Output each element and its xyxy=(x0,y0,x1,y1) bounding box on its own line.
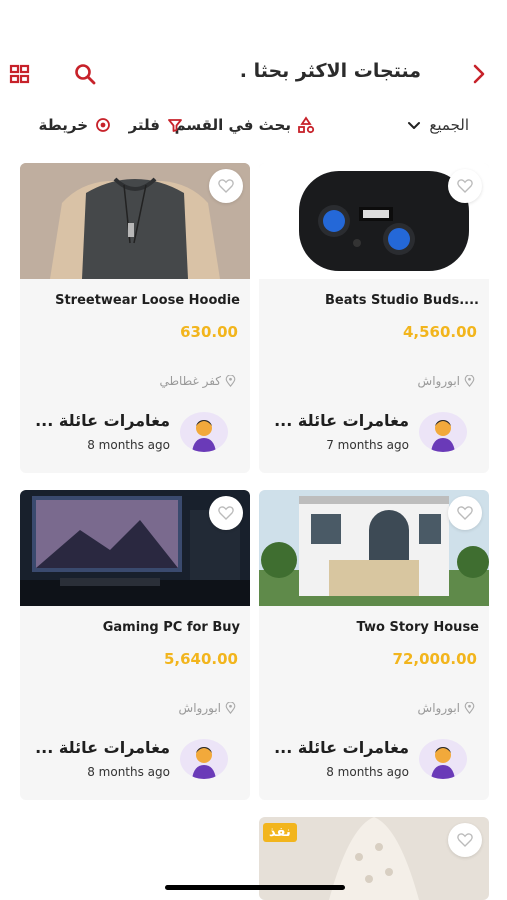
post-time: 7 months ago xyxy=(326,438,409,452)
location-pin-icon xyxy=(225,375,236,387)
product-title: Two Story House xyxy=(356,620,479,635)
filter-bar: الجميع بحث في القسم فلتر خريطة xyxy=(0,114,507,142)
location-label: كفر غطاطي xyxy=(159,374,221,388)
post-time: 8 months ago xyxy=(87,438,170,452)
search-in-section-button[interactable]: بحث في القسم xyxy=(175,116,315,134)
location-label: ابورواش xyxy=(178,701,221,715)
sold-out-badge: نفذ xyxy=(263,823,297,842)
category-dropdown[interactable]: الجميع xyxy=(405,116,469,134)
product-title: Beats Studio Buds.... xyxy=(325,293,479,308)
product-title: Streetwear Loose Hoodie xyxy=(55,293,240,308)
location-pin-icon xyxy=(464,702,475,714)
location-label: ابورواش xyxy=(417,701,460,715)
location-pin-icon xyxy=(225,702,236,714)
product-title: Gaming PC for Buy xyxy=(102,620,240,635)
chevron-down-icon xyxy=(405,116,423,134)
search-button[interactable] xyxy=(72,61,98,87)
location-label: ابورواش xyxy=(417,374,460,388)
filter-icon xyxy=(166,116,184,134)
product-price: 72,000.00 xyxy=(392,650,477,668)
product-card[interactable]: Gaming PC for Buy 5,640.00 ابورواش مغامر… xyxy=(20,490,250,800)
product-location: ابورواش xyxy=(418,701,475,715)
heart-icon xyxy=(457,179,473,193)
product-price: 630.00 xyxy=(180,323,238,341)
category-dropdown-label: الجميع xyxy=(429,116,469,134)
location-pin-icon xyxy=(464,375,475,387)
shapes-icon xyxy=(297,116,315,134)
product-card[interactable]: Beats Studio Buds.... 4,560.00 ابورواش م… xyxy=(259,163,489,473)
post-time: 8 months ago xyxy=(87,765,170,779)
chevron-right-icon xyxy=(473,64,485,84)
map-target-icon xyxy=(94,116,112,134)
seller-avatar[interactable] xyxy=(419,412,467,452)
heart-icon xyxy=(218,506,234,520)
seller-avatar[interactable] xyxy=(180,739,228,779)
favorite-button[interactable] xyxy=(209,169,243,203)
product-location: ابورواش xyxy=(418,374,475,388)
search-in-section-label: بحث في القسم xyxy=(174,116,291,134)
map-button[interactable]: خريطة xyxy=(39,116,112,134)
product-card[interactable]: Streetwear Loose Hoodie 630.00 كفر غطاطي… xyxy=(20,163,250,473)
filter-label: فلتر xyxy=(128,116,160,134)
filter-button[interactable]: فلتر xyxy=(129,116,184,134)
seller-avatar[interactable] xyxy=(180,412,228,452)
seller-avatar[interactable] xyxy=(419,739,467,779)
grid-view-icon xyxy=(9,64,30,84)
favorite-button[interactable] xyxy=(448,169,482,203)
favorite-button[interactable] xyxy=(448,823,482,857)
heart-icon xyxy=(457,833,473,847)
seller-name: مغامرات عائلة ... xyxy=(274,411,409,430)
map-label: خريطة xyxy=(38,116,88,134)
product-price: 5,640.00 xyxy=(163,650,238,668)
seller-name: مغامرات عائلة ... xyxy=(274,738,409,757)
heart-icon xyxy=(218,179,234,193)
grid-view-button[interactable] xyxy=(9,63,31,85)
product-location: ابورواش xyxy=(179,701,236,715)
seller-name: مغامرات عائلة ... xyxy=(35,411,170,430)
heart-icon xyxy=(457,506,473,520)
favorite-button[interactable] xyxy=(209,496,243,530)
page-title: منتجات الاكثر بحثا . xyxy=(239,60,421,82)
search-icon xyxy=(75,64,96,85)
product-location: كفر غطاطي xyxy=(159,374,236,388)
home-indicator[interactable] xyxy=(165,885,345,890)
back-button[interactable] xyxy=(467,62,491,86)
product-price: 4,560.00 xyxy=(402,323,477,341)
post-time: 8 months ago xyxy=(326,765,409,779)
favorite-button[interactable] xyxy=(448,496,482,530)
top-bar: منتجات الاكثر بحثا . xyxy=(0,56,507,92)
seller-name: مغامرات عائلة ... xyxy=(35,738,170,757)
product-card[interactable]: Two Story House 72,000.00 ابورواش مغامرا… xyxy=(259,490,489,800)
